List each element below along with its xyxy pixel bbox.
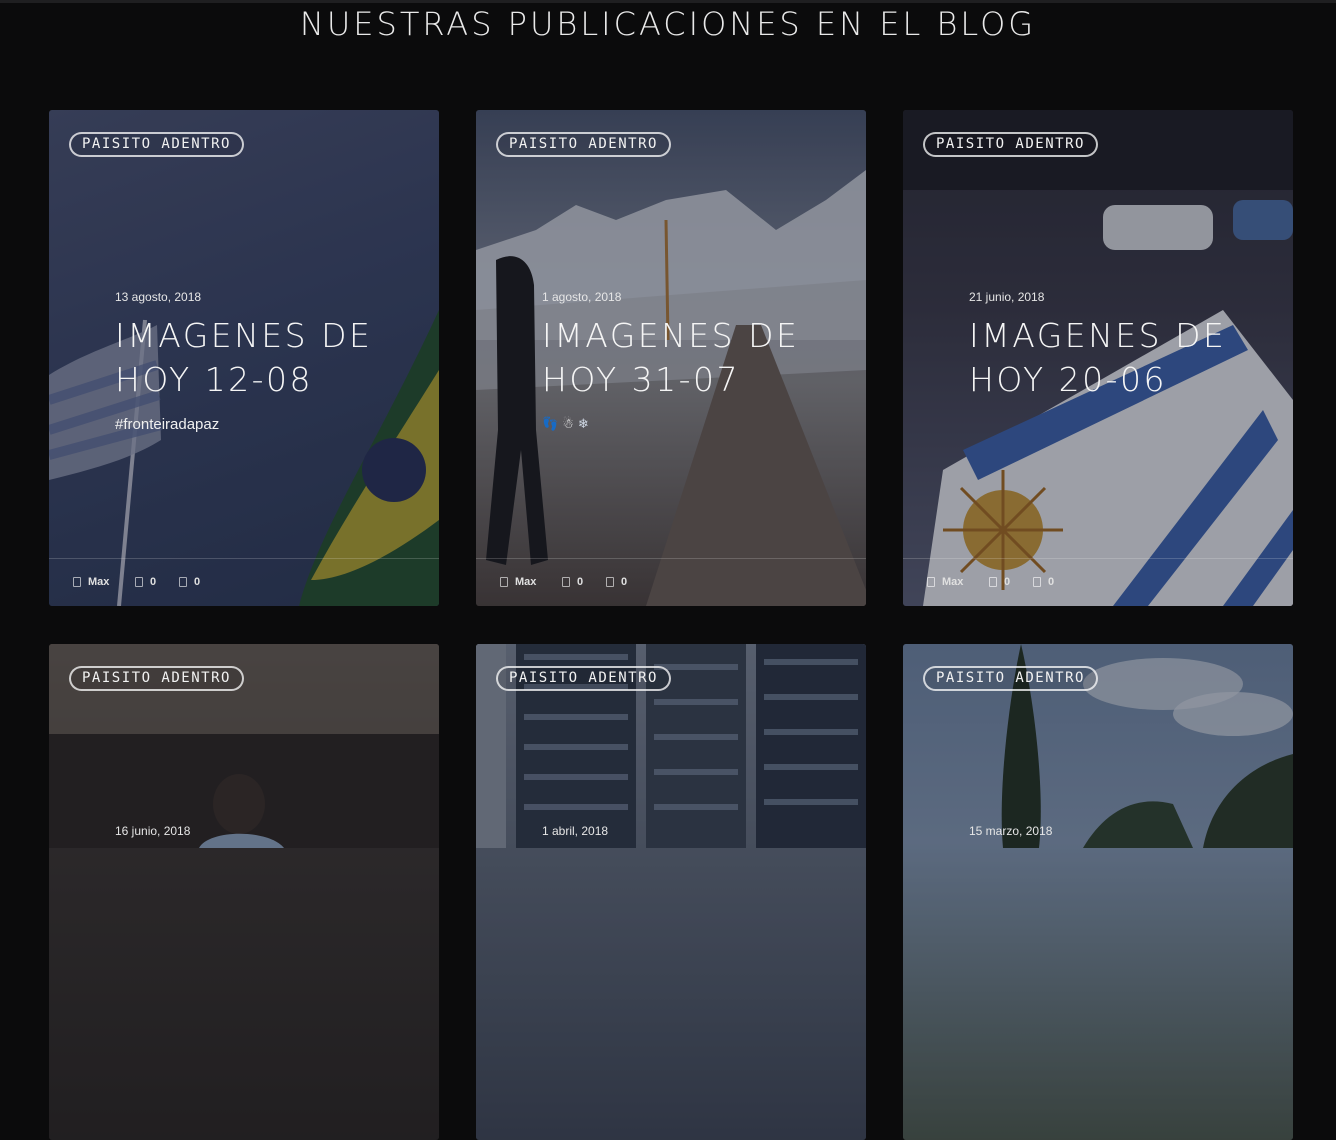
likes-meta[interactable]: 0 <box>135 576 156 588</box>
footprints-icon: 👣 <box>542 416 559 431</box>
heart-icon <box>562 577 570 587</box>
snowflake-icon: ❄ <box>577 416 589 431</box>
likes-count: 0 <box>1004 576 1011 588</box>
author-name: Max <box>942 576 964 588</box>
post-excerpt: 👣 ☃ ❄ <box>542 416 589 432</box>
blog-post-card[interactable]: PAISITO ADENTRO 13 agosto, 2018 IMAGENES… <box>49 110 439 606</box>
top-divider <box>0 0 1336 3</box>
category-tag[interactable]: PAISITO ADENTRO <box>69 132 244 157</box>
blog-post-card[interactable]: PAISITO ADENTRO 21 junio, 2018 IMAGENES … <box>903 110 1293 606</box>
post-date: 21 junio, 2018 <box>969 290 1045 304</box>
comment-icon <box>1033 577 1041 587</box>
blog-post-card[interactable]: PAISITO ADENTRO 15 marzo, 2018 <box>903 644 1293 1140</box>
comments-meta[interactable]: 0 <box>179 576 200 588</box>
post-meta: Max 0 0 <box>49 558 439 606</box>
post-date: 15 marzo, 2018 <box>969 824 1053 838</box>
blog-post-card[interactable]: PAISITO ADENTRO 16 junio, 2018 <box>49 644 439 1140</box>
likes-meta[interactable]: 0 <box>989 576 1010 588</box>
comment-icon <box>179 577 187 587</box>
user-icon <box>73 577 81 587</box>
post-date: 13 agosto, 2018 <box>115 290 202 304</box>
image-overlay <box>49 644 439 1140</box>
author-name: Max <box>515 576 537 588</box>
category-tag[interactable]: PAISITO ADENTRO <box>69 666 244 691</box>
post-date: 1 abril, 2018 <box>542 824 609 838</box>
post-title[interactable]: IMAGENES DE HOY 20-06 <box>969 314 1269 402</box>
comments-meta[interactable]: 0 <box>606 576 627 588</box>
likes-meta[interactable]: 0 <box>562 576 583 588</box>
category-tag[interactable]: PAISITO ADENTRO <box>496 666 671 691</box>
heart-icon <box>989 577 997 587</box>
post-meta: Max 0 0 <box>903 558 1293 606</box>
comments-meta[interactable]: 0 <box>1033 576 1054 588</box>
comments-count: 0 <box>621 576 628 588</box>
user-icon <box>500 577 508 587</box>
image-overlay <box>903 644 1293 1140</box>
post-excerpt: #fronteiradapaz <box>115 416 220 433</box>
section-title: NUESTRAS PUBLICACIONES EN EL BLOG <box>299 5 1037 43</box>
author-meta[interactable]: Max <box>500 576 536 588</box>
post-title[interactable]: IMAGENES DE HOY 31-07 <box>542 314 842 402</box>
comments-count: 0 <box>194 576 201 588</box>
user-icon <box>927 577 935 587</box>
comment-icon <box>606 577 614 587</box>
image-overlay <box>476 644 866 1140</box>
post-meta: Max 0 0 <box>476 558 866 606</box>
category-tag[interactable]: PAISITO ADENTRO <box>923 132 1098 157</box>
author-name: Max <box>88 576 110 588</box>
likes-count: 0 <box>150 576 157 588</box>
post-date: 16 junio, 2018 <box>115 824 191 838</box>
category-tag[interactable]: PAISITO ADENTRO <box>496 132 671 157</box>
snowman-icon: ☃ <box>562 416 574 431</box>
post-date: 1 agosto, 2018 <box>542 290 622 304</box>
blog-post-card[interactable]: PAISITO ADENTRO 1 abril, 2018 <box>476 644 866 1140</box>
likes-count: 0 <box>577 576 584 588</box>
comments-count: 0 <box>1048 576 1055 588</box>
heart-icon <box>135 577 143 587</box>
category-tag[interactable]: PAISITO ADENTRO <box>923 666 1098 691</box>
author-meta[interactable]: Max <box>73 576 109 588</box>
blog-post-card[interactable]: PAISITO ADENTRO 1 agosto, 2018 IMAGENES … <box>476 110 866 606</box>
author-meta[interactable]: Max <box>927 576 963 588</box>
post-title[interactable]: IMAGENES DE HOY 12-08 <box>115 314 415 402</box>
